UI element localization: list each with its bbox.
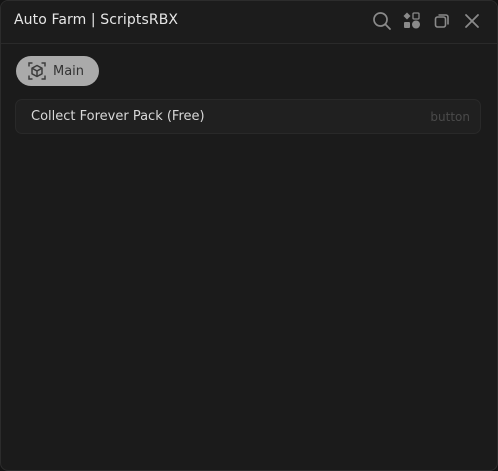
tab-main[interactable]: Main: [16, 56, 100, 86]
minimize-icon: [434, 14, 449, 28]
shapes-button[interactable]: [401, 10, 423, 32]
button-type-hint: button: [430, 110, 470, 124]
title-bar[interactable]: Auto Farm | ScriptsRBX: [1, 1, 497, 44]
shapes-icon: [403, 12, 420, 29]
button-label: Collect Forever Pack (Free): [31, 109, 205, 124]
window-title: Auto Farm | ScriptsRBX: [14, 12, 179, 28]
search-button[interactable]: [371, 10, 393, 32]
collect-forever-pack-button[interactable]: Collect Forever Pack (Free) button: [15, 99, 481, 134]
close-button[interactable]: [461, 10, 483, 32]
minimize-button[interactable]: [431, 10, 453, 32]
box-icon: [28, 62, 46, 80]
search-icon: [373, 12, 391, 30]
script-hub-window: Auto Farm | ScriptsRBX Main Collect Fore…: [0, 0, 498, 471]
close-icon: [465, 14, 479, 28]
tab-bar: Main: [16, 56, 100, 86]
tab-main-label: Main: [53, 63, 85, 79]
title-actions: [371, 10, 483, 32]
